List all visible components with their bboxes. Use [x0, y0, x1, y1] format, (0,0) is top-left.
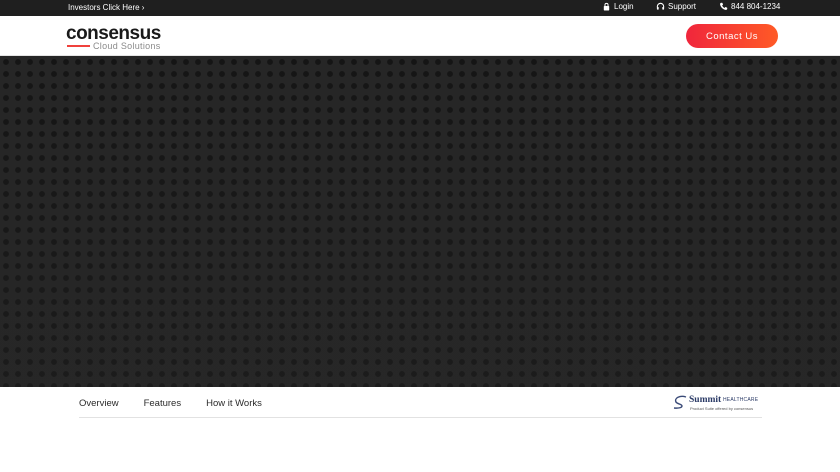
support-label: Support	[668, 2, 697, 11]
logo-accent-bar	[67, 45, 90, 47]
hero-overlay	[0, 56, 840, 387]
summit-swoosh-icon	[673, 395, 687, 409]
hero-banner	[0, 56, 840, 387]
summit-name: Summit	[689, 395, 722, 405]
tab-how-it-works[interactable]: How it Works	[206, 398, 262, 409]
tab-overview[interactable]: Overview	[79, 398, 119, 409]
top-utility-bar: Investors Click Here › Login Support 844…	[0, 0, 840, 16]
product-subnav: Overview Features How it Works Summit HE…	[0, 387, 840, 472]
subnav-divider	[79, 417, 762, 418]
contact-us-button[interactable]: Contact Us	[686, 24, 778, 48]
summit-healthcare-logo: Summit HEALTHCARE Product Suite offered …	[672, 394, 764, 412]
tab-features[interactable]: Features	[144, 398, 182, 409]
headset-icon	[656, 2, 665, 10]
phone-link[interactable]: 844 804-1234	[719, 2, 780, 11]
summit-tagline: Product Suite offered by consensus	[690, 406, 754, 411]
login-link[interactable]: Login	[602, 2, 634, 11]
consensus-logo[interactable]: consensus Cloud Solutions	[66, 23, 176, 51]
logo-subtitle: Cloud Solutions	[93, 41, 161, 51]
summit-healthcare-text: HEALTHCARE	[723, 397, 759, 403]
subnav-tabs: Overview Features How it Works	[79, 398, 262, 409]
support-link[interactable]: Support	[656, 2, 696, 11]
phone-number: 844 804-1234	[731, 2, 781, 11]
phone-icon	[719, 2, 728, 11]
login-label: Login	[614, 2, 634, 11]
site-header: consensus Cloud Solutions Contact Us	[0, 16, 840, 56]
investors-link[interactable]: Investors Click Here ›	[68, 3, 144, 12]
lock-icon	[603, 2, 610, 11]
